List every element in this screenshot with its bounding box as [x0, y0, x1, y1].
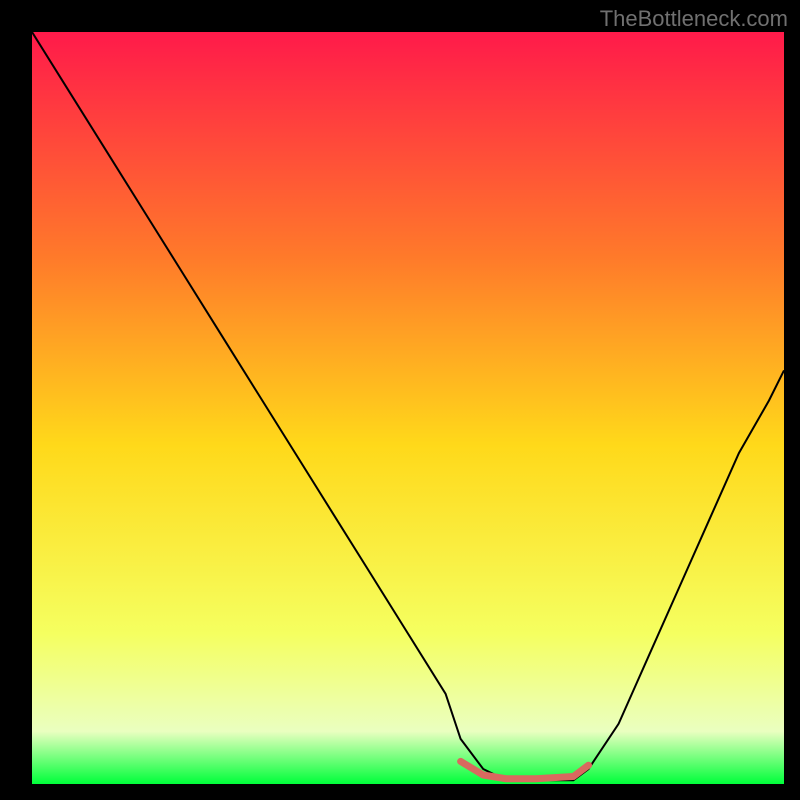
gradient-background — [32, 32, 784, 784]
plot-svg — [32, 32, 784, 784]
plot-area — [32, 32, 784, 784]
watermark-text: TheBottleneck.com — [600, 6, 788, 32]
chart-frame: TheBottleneck.com — [0, 0, 800, 800]
